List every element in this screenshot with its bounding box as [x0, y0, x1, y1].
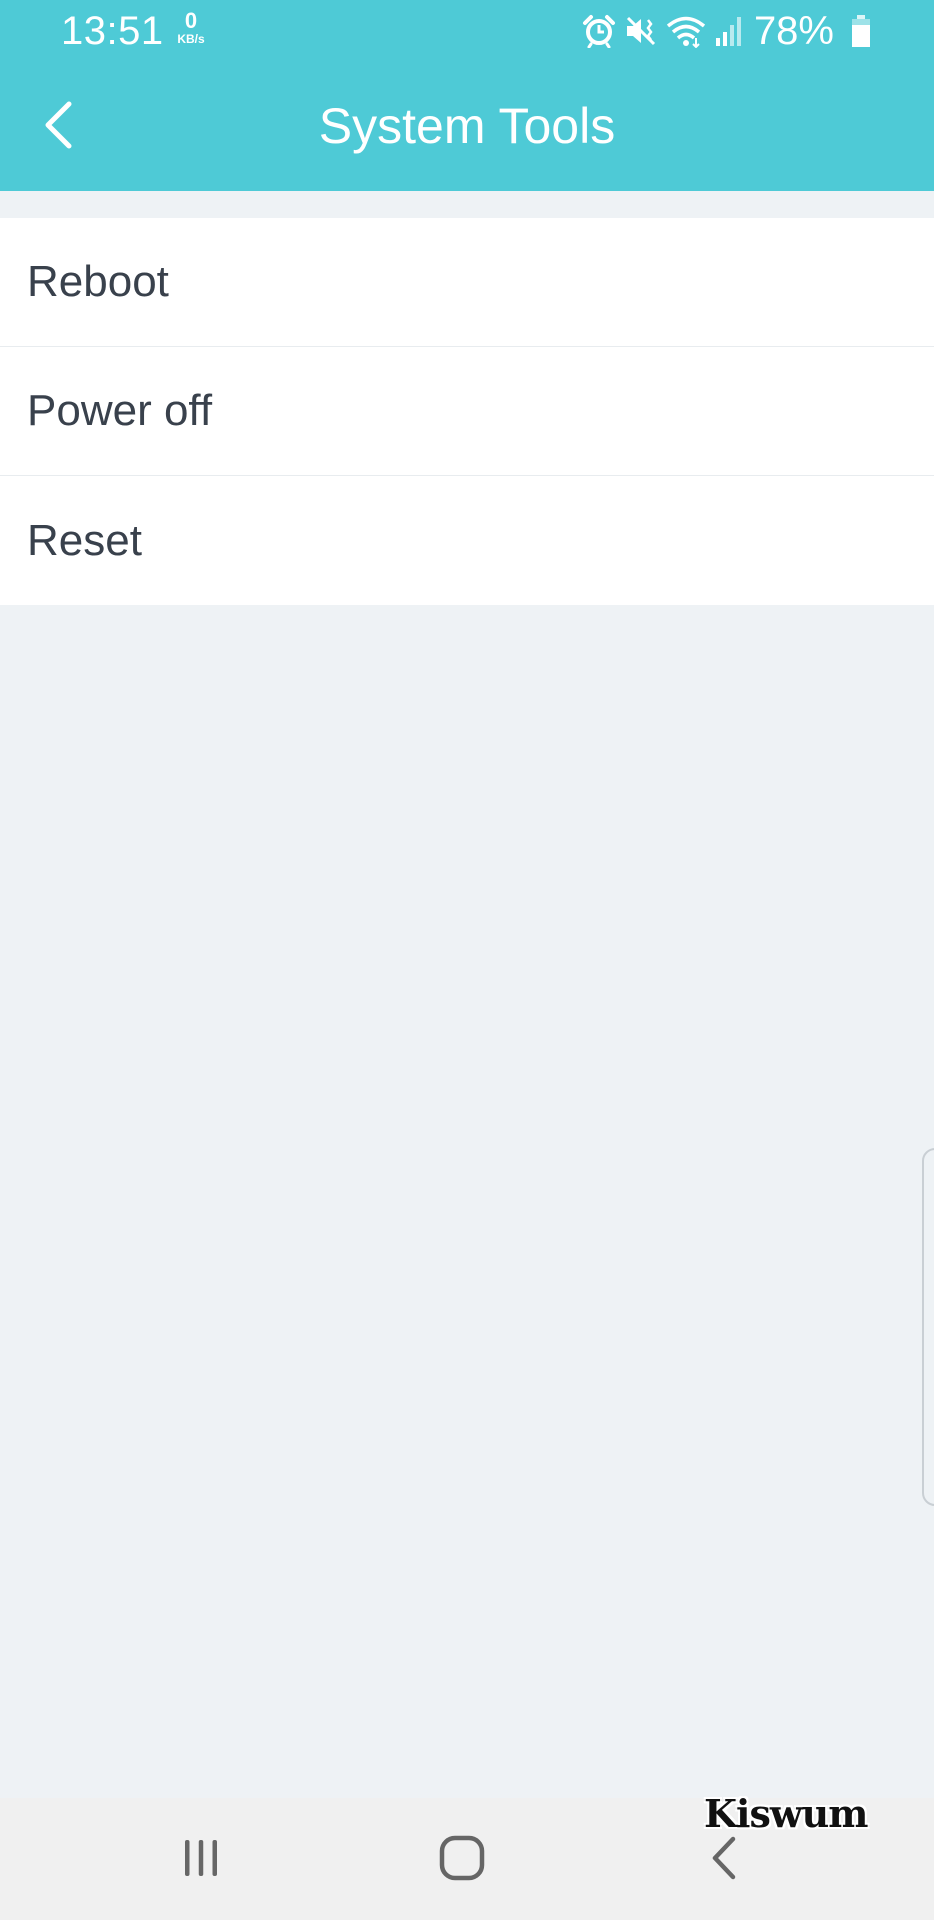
- recents-icon: [185, 1840, 217, 1876]
- menu-item-label: Power off: [27, 386, 213, 435]
- recents-button[interactable]: [156, 1818, 246, 1898]
- home-icon: [439, 1835, 485, 1881]
- vibrate-mute-icon: [624, 14, 658, 48]
- menu-item-label: Reboot: [27, 257, 169, 306]
- menu-item-label: Reset: [27, 515, 142, 565]
- status-time: 13:51: [61, 9, 164, 53]
- edge-panel-handle[interactable]: [922, 1148, 934, 1506]
- status-icons: 78%: [574, 10, 872, 52]
- net-speed-value: 0: [184, 8, 198, 33]
- signal-icon: [714, 14, 744, 48]
- home-button[interactable]: [417, 1818, 507, 1898]
- back-icon: [712, 1836, 736, 1880]
- menu-item-power-off[interactable]: Power off: [0, 347, 934, 476]
- status-bar: 13:51 0 KB/s 78%: [0, 0, 934, 62]
- menu-item-reboot[interactable]: Reboot: [0, 218, 934, 347]
- app-bar: System Tools: [0, 62, 934, 191]
- alarm-icon: [582, 14, 616, 48]
- back-button[interactable]: [30, 92, 86, 158]
- wifi-icon: [666, 14, 706, 48]
- net-speed-unit: KB/s: [177, 32, 205, 46]
- watermark-text: Kiswum: [704, 1791, 868, 1836]
- page-title: System Tools: [318, 98, 616, 154]
- net-speed-indicator: 0 KB/s: [171, 8, 211, 47]
- battery-icon: [850, 14, 872, 48]
- chevron-left-icon: [45, 101, 72, 149]
- app-header: 13:51 0 KB/s 78% System Tools: [0, 0, 934, 191]
- menu-item-reset[interactable]: Reset: [0, 476, 934, 605]
- system-tools-menu: Reboot Power off Reset: [0, 218, 934, 605]
- battery-percent: 78%: [753, 9, 834, 53]
